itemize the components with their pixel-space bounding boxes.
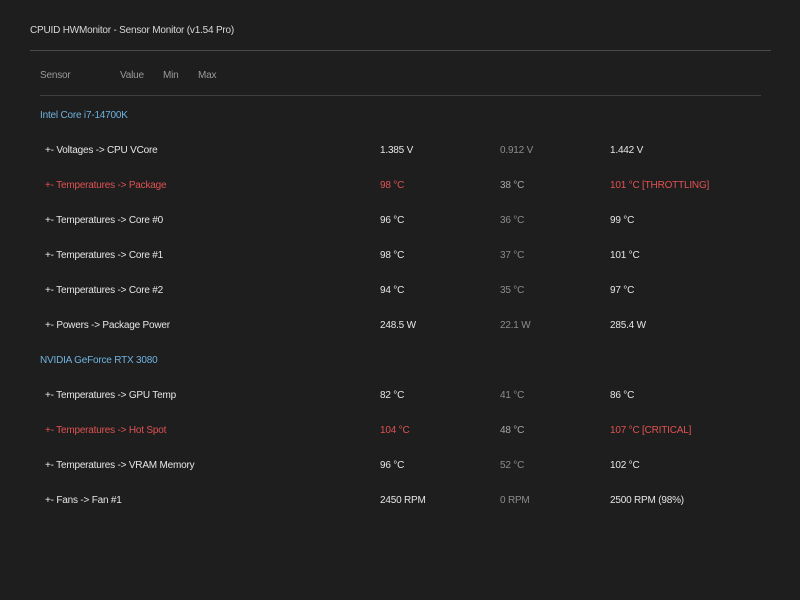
sensor-value: 82 °C [380, 390, 405, 401]
sensor-max: 102 °C [610, 460, 640, 471]
sensor-min: 36 °C [500, 215, 525, 226]
sensor-value: 94 °C [380, 285, 405, 296]
sensor-name: +- Temperatures -> Hot Spot [45, 425, 167, 436]
sensor-name: +- Temperatures -> Core #0 [45, 215, 164, 226]
sensor-max: 97 °C [610, 285, 635, 296]
sensor-name: +- Voltages -> CPU VCore [45, 145, 158, 156]
sensor-row[interactable]: +- Temperatures -> Package 98 °C 38 °C 1… [0, 180, 800, 194]
header-divider [40, 95, 761, 96]
sensor-min: 0 RPM [500, 495, 530, 506]
device-group-gpu[interactable]: NVIDIA GeForce RTX 3080 [40, 355, 158, 366]
sensor-row[interactable]: +- Temperatures -> Core #0 96 °C 36 °C 9… [0, 215, 800, 229]
sensor-max: 99 °C [610, 215, 635, 226]
sensor-max: 101 °C [THROTTLING] [610, 180, 710, 191]
sensor-max: 2500 RPM (98%) [610, 495, 684, 506]
sensor-name: +- Powers -> Package Power [45, 320, 170, 331]
sensor-max: 107 °C [CRITICAL] [610, 425, 692, 436]
sensor-max: 101 °C [610, 250, 640, 261]
sensor-value: 1.385 V [380, 145, 414, 156]
device-group-cpu[interactable]: Intel Core i7-14700K [40, 110, 128, 121]
sensor-min: 52 °C [500, 460, 525, 471]
sensor-value: 248.5 W [380, 320, 416, 331]
sensor-min: 38 °C [500, 180, 525, 191]
sensor-row[interactable]: +- Fans -> Fan #1 2450 RPM 0 RPM 2500 RP… [0, 495, 800, 509]
sensor-min: 37 °C [500, 250, 525, 261]
sensor-row[interactable]: +- Temperatures -> Core #2 94 °C 35 °C 9… [0, 285, 800, 299]
sensor-name: +- Temperatures -> VRAM Memory [45, 460, 195, 471]
sensor-min: 41 °C [500, 390, 525, 401]
sensor-name: +- Temperatures -> Core #2 [45, 285, 164, 296]
sensor-min: 35 °C [500, 285, 525, 296]
sensor-max: 285.4 W [610, 320, 646, 331]
sensor-max: 86 °C [610, 390, 635, 401]
sensor-value: 98 °C [380, 250, 405, 261]
sensor-row[interactable]: +- Voltages -> CPU VCore 1.385 V 0.912 V… [0, 145, 800, 159]
column-header-min[interactable]: Min [163, 70, 179, 81]
sensor-value: 98 °C [380, 180, 405, 191]
sensor-value: 96 °C [380, 460, 405, 471]
sensor-name: +- Fans -> Fan #1 [45, 495, 122, 506]
sensor-max: 1.442 V [610, 145, 644, 156]
sensor-value: 104 °C [380, 425, 410, 436]
column-header-value[interactable]: Value [120, 70, 144, 81]
sensor-min: 48 °C [500, 425, 525, 436]
sensor-value: 96 °C [380, 215, 405, 226]
sensor-min: 0.912 V [500, 145, 534, 156]
window-title: CPUID HWMonitor - Sensor Monitor (v1.54 … [30, 25, 235, 36]
sensor-value: 2450 RPM [380, 495, 426, 506]
sensor-name: +- Temperatures -> GPU Temp [45, 390, 176, 401]
column-header-sensor[interactable]: Sensor [40, 70, 71, 81]
title-divider [30, 50, 771, 51]
sensor-row[interactable]: +- Temperatures -> GPU Temp 82 °C 41 °C … [0, 390, 800, 404]
sensor-row[interactable]: +- Temperatures -> Core #1 98 °C 37 °C 1… [0, 250, 800, 264]
sensor-min: 22.1 W [500, 320, 531, 331]
hwmonitor-window: CPUID HWMonitor - Sensor Monitor (v1.54 … [0, 0, 800, 600]
sensor-name: +- Temperatures -> Core #1 [45, 250, 164, 261]
sensor-name: +- Temperatures -> Package [45, 180, 167, 191]
column-header-max[interactable]: Max [198, 70, 217, 81]
sensor-row[interactable]: +- Temperatures -> Hot Spot 104 °C 48 °C… [0, 425, 800, 439]
sensor-row[interactable]: +- Powers -> Package Power 248.5 W 22.1 … [0, 320, 800, 334]
sensor-row[interactable]: +- Temperatures -> VRAM Memory 96 °C 52 … [0, 460, 800, 474]
